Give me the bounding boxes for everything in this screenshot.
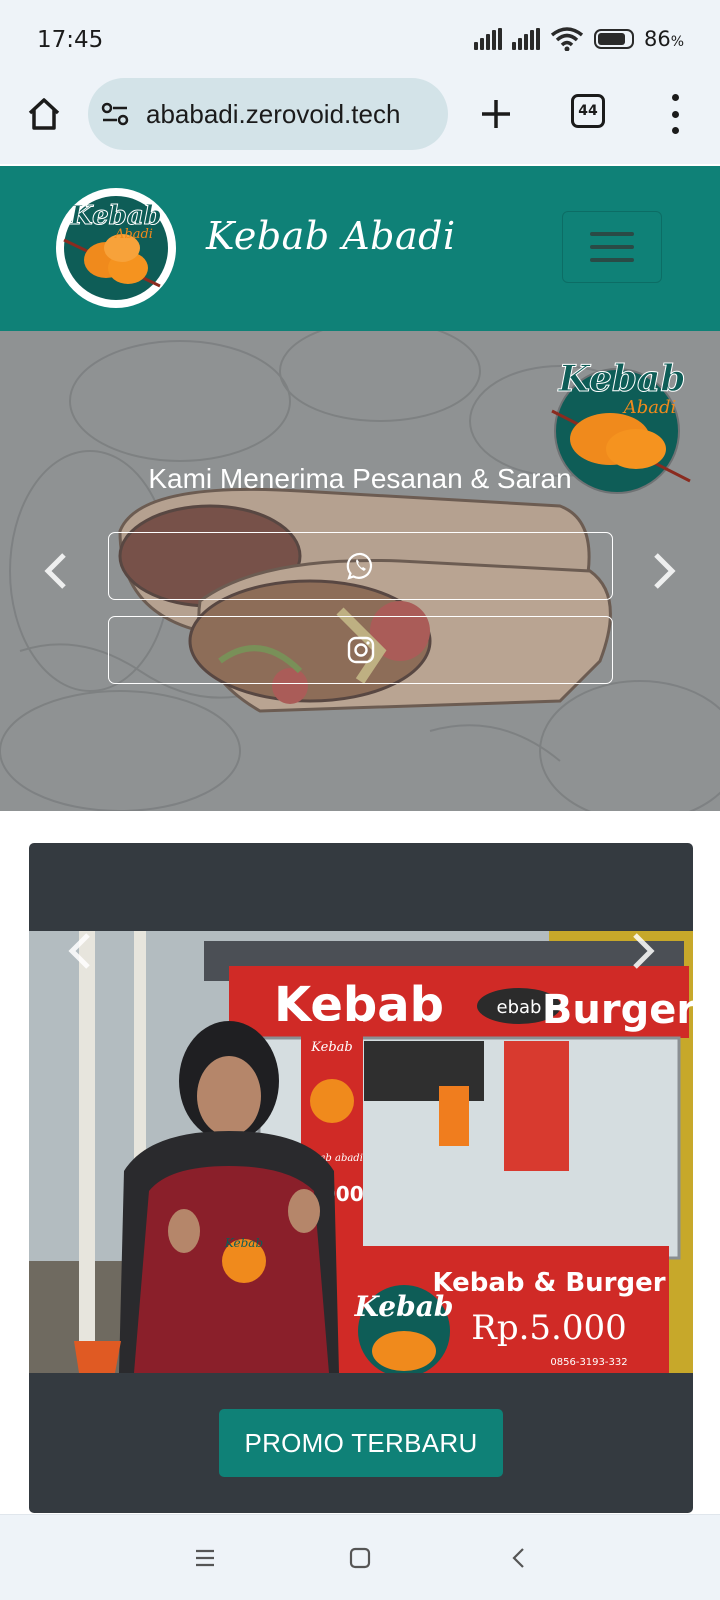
home-circle-icon[interactable] — [345, 1543, 375, 1573]
wifi-icon — [550, 27, 584, 51]
svg-text:Burger: Burger — [542, 987, 693, 1033]
hero-carousel: Kebab Abadi Kami Menerima Pesanan & Sara… — [0, 331, 720, 811]
browser-toolbar: ababadi.zerovoid.tech 44 — [0, 78, 720, 164]
tabs-icon[interactable]: 44 — [571, 94, 605, 128]
site-header: Kebab Abadi Kebab Abadi — [0, 166, 720, 331]
battery-icon — [593, 29, 634, 49]
svg-text:Kebab & Burger: Kebab & Burger — [432, 1268, 665, 1298]
home-icon[interactable] — [26, 96, 62, 132]
svg-text:0856-3193-332: 0856-3193-332 — [550, 1357, 627, 1368]
status-bar: 17:45 86% — [0, 0, 720, 78]
url-text[interactable]: ababadi.zerovoid.tech — [146, 99, 400, 130]
carousel-prev-icon[interactable] — [40, 551, 70, 591]
system-nav-bar — [0, 1514, 720, 1600]
signal-icon-2 — [511, 28, 540, 50]
tab-count: 44 — [578, 103, 598, 119]
address-bar[interactable]: ababadi.zerovoid.tech — [88, 78, 448, 150]
recent-apps-icon[interactable] — [190, 1543, 220, 1573]
status-time: 17:45 — [37, 27, 104, 53]
status-icons: 86% — [473, 27, 684, 51]
promo-card: Kebab ebab Burger Kebab kebab abadi 5.00… — [29, 843, 693, 1513]
promo-prev-icon[interactable] — [64, 931, 94, 971]
svg-text:Kebab: Kebab — [354, 1290, 454, 1323]
site-settings-icon[interactable] — [100, 99, 130, 129]
svg-text:Kebab: Kebab — [557, 358, 685, 400]
instagram-button[interactable] — [108, 616, 613, 684]
promo-next-icon[interactable] — [629, 931, 659, 971]
brand-name[interactable]: Kebab Abadi — [206, 214, 456, 258]
whatsapp-icon — [346, 552, 372, 580]
promo-photo-image: Kebab ebab Burger Kebab kebab abadi 5.00… — [29, 931, 693, 1373]
signal-icon — [473, 28, 502, 50]
svg-text:Kebab: Kebab — [224, 1236, 263, 1250]
overflow-menu-icon[interactable] — [668, 94, 682, 134]
promo-carousel: Kebab ebab Burger Kebab kebab abadi 5.00… — [29, 931, 693, 1373]
svg-text:Abadi: Abadi — [622, 397, 677, 418]
battery-level: 86% — [643, 27, 684, 51]
svg-text:Kebab: Kebab — [310, 1040, 352, 1055]
carousel-next-icon[interactable] — [650, 551, 680, 591]
new-tab-plus-icon[interactable] — [478, 96, 514, 132]
svg-text:ebab: ebab — [497, 997, 542, 1018]
kebab-logo-image: Kebab Abadi — [63, 196, 168, 300]
svg-text:Abadi: Abadi — [114, 227, 153, 242]
promo-terbaru-button[interactable]: PROMO TERBARU — [219, 1409, 503, 1477]
hamburger-menu-icon[interactable] — [562, 211, 662, 283]
brand-logo[interactable]: Kebab Abadi — [56, 188, 176, 308]
hero-title: Kami Menerima Pesanan & Saran — [148, 463, 572, 494]
svg-text:Rp.5.000: Rp.5.000 — [471, 1308, 627, 1348]
instagram-icon — [347, 636, 374, 664]
back-icon[interactable] — [504, 1543, 534, 1573]
whatsapp-button[interactable] — [108, 532, 613, 600]
